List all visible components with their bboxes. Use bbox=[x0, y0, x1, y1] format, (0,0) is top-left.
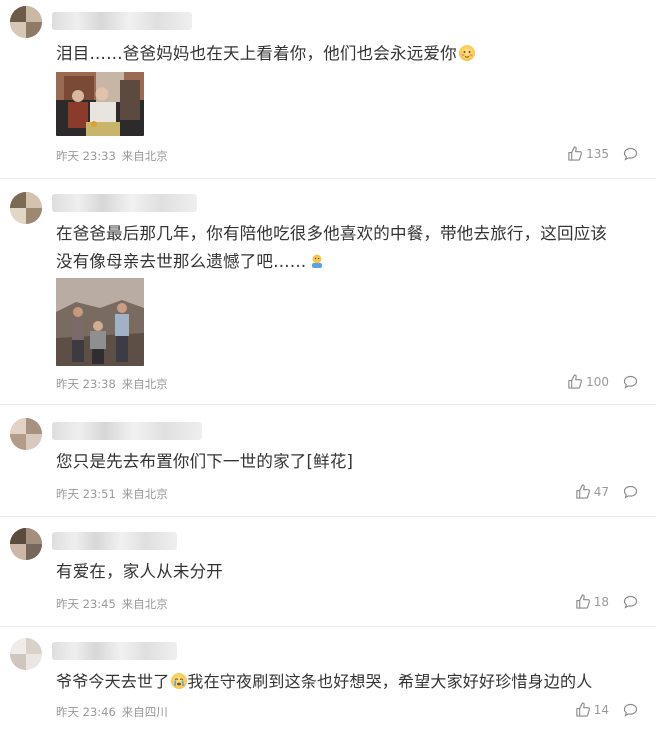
comment-date: 昨天 23:45 bbox=[56, 597, 116, 611]
comment-date: 昨天 23:51 bbox=[56, 487, 116, 501]
like-count: 18 bbox=[593, 594, 609, 609]
username[interactable] bbox=[52, 12, 192, 30]
like-count: 47 bbox=[593, 484, 609, 499]
comment-meta: 昨天 23:33 来自北京 bbox=[56, 148, 174, 164]
comment-text-line: 在爸爸最后那几年，你有陪他吃很多他喜欢的中餐，带他去旅行，这回应该 bbox=[56, 224, 608, 243]
comment-text-line: 没有像母亲去世那么遗憾了吧…… bbox=[56, 252, 307, 271]
username[interactable] bbox=[52, 194, 197, 212]
comment-meta: 昨天 23:45 来自北京 bbox=[56, 596, 174, 612]
comment-text-content: 泪目……爸爸妈妈也在天上看着你，他们也会永远爱你 bbox=[56, 44, 457, 63]
like-button[interactable]: 135 bbox=[567, 146, 609, 161]
comment-meta: 昨天 23:38 来自北京 bbox=[56, 376, 174, 392]
comment-actions: 47 bbox=[575, 484, 638, 499]
like-count: 100 bbox=[586, 374, 609, 389]
reply-icon[interactable] bbox=[623, 147, 638, 161]
like-button[interactable]: 14 bbox=[575, 702, 609, 717]
comment-text-content: 爷爷今天去世了 bbox=[56, 672, 170, 691]
comment-item: 有爱在，家人从未分开 昨天 23:45 来自北京 18 bbox=[0, 516, 656, 627]
like-count: 14 bbox=[593, 702, 609, 717]
comment-actions: 14 bbox=[575, 702, 638, 717]
comment-item: 泪目……爸爸妈妈也在天上看着你，他们也会永远爱你 昨天 23:33 来自北京 1… bbox=[0, 0, 656, 179]
comment-item: 您只是先去布置你们下一世的家了[鲜花] 昨天 23:51 来自北京 47 bbox=[0, 404, 656, 517]
comment-text-content: 有爱在，家人从未分开 bbox=[56, 562, 223, 581]
comment-text: 有爱在，家人从未分开 bbox=[56, 558, 632, 586]
avatar[interactable] bbox=[10, 418, 42, 450]
thumbs-up-icon bbox=[576, 594, 590, 609]
reply-icon[interactable] bbox=[623, 485, 638, 499]
comment-date: 昨天 23:46 bbox=[56, 705, 116, 719]
thumbs-up-icon bbox=[568, 146, 583, 161]
comment-photo[interactable] bbox=[56, 72, 144, 136]
avatar[interactable] bbox=[10, 192, 42, 224]
thumbs-up-icon bbox=[568, 374, 583, 389]
avatar[interactable] bbox=[10, 528, 42, 560]
comment-text: 您只是先去布置你们下一世的家了[鲜花] bbox=[56, 448, 632, 476]
thumbs-up-icon bbox=[576, 702, 590, 717]
comment-text: 在爸爸最后那几年，你有陪他吃很多他喜欢的中餐，带他去旅行，这回应该 没有像母亲去… bbox=[56, 220, 632, 276]
comment-text-content: 我在守夜刷到这条也好想哭，希望大家好好珍惜身边的人 bbox=[187, 672, 593, 691]
comment-item: 爷爷今天去世了 我在守夜刷到这条也好想哭，希望大家好好珍惜身边的人 昨天 23:… bbox=[0, 626, 656, 730]
comment-location: 来自北京 bbox=[121, 597, 168, 611]
reply-icon[interactable] bbox=[623, 595, 638, 609]
comment-text-content: 您只是先去布置你们下一世的家了[鲜花] bbox=[56, 452, 354, 471]
like-button[interactable]: 18 bbox=[575, 594, 609, 609]
comment-location: 来自北京 bbox=[121, 377, 168, 391]
comment-date: 昨天 23:33 bbox=[56, 149, 116, 163]
thumbs-up-icon bbox=[576, 484, 590, 499]
avatar[interactable] bbox=[10, 638, 42, 670]
comment-location: 来自北京 bbox=[121, 487, 168, 501]
comment-text: 爷爷今天去世了 我在守夜刷到这条也好想哭，希望大家好好珍惜身边的人 bbox=[56, 668, 646, 696]
comment-location: 来自北京 bbox=[121, 149, 168, 163]
like-count: 135 bbox=[586, 146, 609, 161]
like-button[interactable]: 100 bbox=[567, 374, 609, 389]
comment-meta: 昨天 23:51 来自北京 bbox=[56, 486, 174, 502]
username[interactable] bbox=[52, 532, 177, 550]
comment-actions: 100 bbox=[567, 374, 638, 389]
comment-item: 在爸爸最后那几年，你有陪他吃很多他喜欢的中餐，带他去旅行，这回应该 没有像母亲去… bbox=[0, 178, 656, 405]
blushing-face-emoji-icon bbox=[458, 45, 475, 61]
comment-text: 泪目……爸爸妈妈也在天上看着你，他们也会永远爱你 bbox=[56, 40, 632, 68]
comment-meta: 昨天 23:46 来自四川 bbox=[56, 704, 174, 720]
like-button[interactable]: 47 bbox=[575, 484, 609, 499]
hugging-emoji-icon bbox=[309, 253, 325, 269]
reply-icon[interactable] bbox=[623, 703, 638, 717]
comment-date: 昨天 23:38 bbox=[56, 377, 116, 391]
crying-face-emoji-icon bbox=[171, 673, 188, 689]
username[interactable] bbox=[52, 422, 202, 440]
reply-icon[interactable] bbox=[623, 375, 638, 389]
username[interactable] bbox=[52, 642, 177, 660]
avatar[interactable] bbox=[10, 6, 42, 38]
comment-actions: 135 bbox=[567, 146, 638, 161]
comment-location: 来自四川 bbox=[121, 705, 168, 719]
comment-actions: 18 bbox=[575, 594, 638, 609]
comment-photo[interactable] bbox=[56, 278, 144, 366]
